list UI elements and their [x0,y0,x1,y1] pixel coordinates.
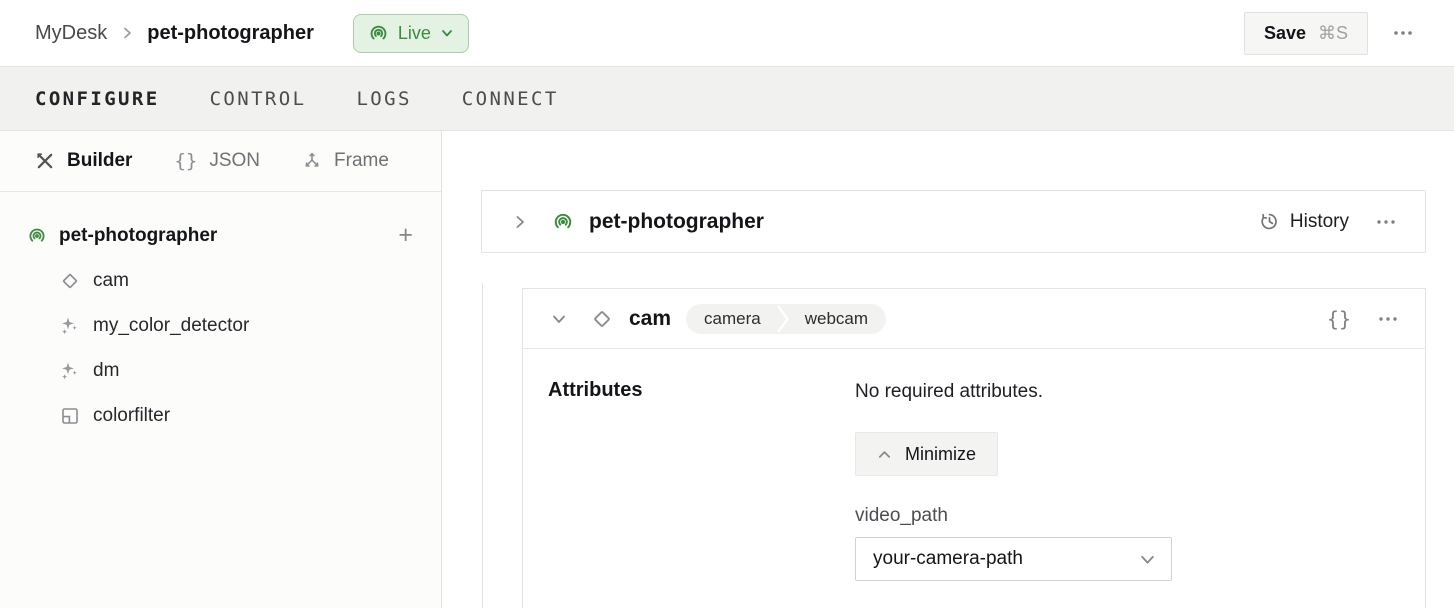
tree-item-label: cam [93,270,129,292]
video-path-select[interactable]: your-camera-path [855,537,1172,581]
part-group-rail [482,283,483,608]
video-path-field-label: video_path [855,505,948,527]
mode-builder[interactable]: Builder [35,150,132,172]
tree-item-label: colorfilter [93,405,170,427]
ellipsis-icon [1392,22,1414,44]
top-header: MyDesk pet-photographer Live Save ⌘S [0,0,1454,67]
chevron-up-icon [877,447,892,462]
raw-json-toggle-button[interactable]: {} [1327,307,1351,331]
component-diamond-icon [591,308,613,330]
chevron-right-icon[interactable] [512,214,528,230]
history-button-label: History [1290,211,1349,233]
mode-frame[interactable]: Frame [302,150,389,172]
chevron-down-icon [1139,551,1156,568]
service-sparkles-icon [60,361,80,381]
mode-json[interactable]: {} JSON [174,150,260,172]
tree-item-colorfilter[interactable]: colorfilter [0,393,441,438]
configure-main-panel: pet-photographer History [442,131,1454,608]
tree-root-machine[interactable]: pet-photographer + [0,213,441,258]
cam-card-header: cam camera webcam {} [523,289,1425,349]
module-icon [60,406,80,426]
history-icon [1259,211,1280,232]
save-shortcut-hint: ⌘S [1318,23,1348,44]
tab-configure[interactable]: CONFIGURE [35,88,160,110]
live-badge-label: Live [398,23,431,44]
machine-live-icon [552,211,574,233]
machine-part-title: pet-photographer [589,210,764,234]
component-model-tag: webcam [790,309,886,329]
cam-card-title: cam [629,307,671,331]
content-area: Builder {} JSON Frame [0,131,1454,608]
tag-separator-chevron-icon [776,304,790,334]
attributes-section-heading: Attributes [548,379,642,402]
video-path-selected-value: your-camera-path [873,548,1023,570]
mode-json-label: JSON [209,150,260,172]
cam-component-card: cam camera webcam {} A [522,288,1426,608]
tree-root-label: pet-photographer [59,225,217,247]
configure-sidebar: Builder {} JSON Frame [0,131,442,608]
attributes-empty-text: No required attributes. [855,381,1043,403]
history-button[interactable]: History [1259,211,1349,233]
machine-part-card: pet-photographer History [481,190,1426,253]
breadcrumb-machine-name: pet-photographer [147,22,314,45]
braces-icon: {} [174,150,197,172]
tab-logs[interactable]: LOGS [356,88,411,110]
mode-frame-label: Frame [334,150,389,172]
component-type-tag: camera [686,309,776,329]
view-mode-switcher: Builder {} JSON Frame [0,131,441,192]
minimize-button-label: Minimize [905,444,976,465]
tree-item-dm[interactable]: dm [0,348,441,393]
machine-live-icon [27,226,47,246]
tree-item-my-color-detector[interactable]: my_color_detector [0,303,441,348]
minimize-button[interactable]: Minimize [855,432,998,476]
chevron-down-icon [440,26,454,40]
component-type-model-tag: camera webcam [686,304,886,334]
save-button[interactable]: Save ⌘S [1244,12,1368,55]
frame-axes-icon [302,151,322,171]
mode-builder-label: Builder [67,150,132,172]
breadcrumb-chevron-icon [120,26,134,40]
machine-card-overflow-menu-button[interactable] [1375,211,1397,233]
service-sparkles-icon [60,316,80,336]
tree-item-cam[interactable]: cam [0,258,441,303]
machine-tree: pet-photographer + cam my_color_detect [0,192,441,438]
tree-item-label: dm [93,360,119,382]
tree-item-label: my_color_detector [93,315,249,337]
machine-status-dropdown[interactable]: Live [353,14,469,53]
ellipsis-icon [1377,308,1399,330]
tab-control[interactable]: CONTROL [210,88,307,110]
breadcrumb-org-link[interactable]: MyDesk [35,22,107,45]
tab-connect[interactable]: CONNECT [462,88,559,110]
ellipsis-icon [1375,211,1397,233]
add-component-button[interactable]: + [398,223,413,248]
machine-live-icon [368,23,389,44]
chevron-down-icon[interactable] [551,311,567,327]
save-button-label: Save [1264,23,1306,44]
tools-icon [35,151,55,171]
header-overflow-menu-button[interactable] [1392,22,1414,44]
component-diamond-icon [60,271,80,291]
cam-card-overflow-menu-button[interactable] [1377,308,1399,330]
page-tabbar: CONFIGURE CONTROL LOGS CONNECT [0,67,1454,131]
